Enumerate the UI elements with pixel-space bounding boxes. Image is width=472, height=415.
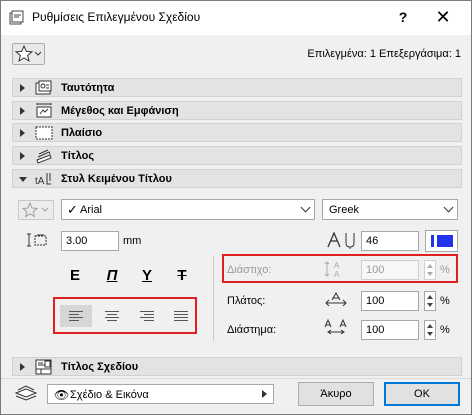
ok-button[interactable]: OK (384, 382, 460, 406)
panel-label: Στυλ Κειμένου Τίτλου (61, 173, 172, 185)
svg-text:A: A (334, 261, 340, 270)
char-spacing-icon (324, 318, 347, 335)
text-width-input[interactable]: 100 (361, 291, 419, 311)
align-justify-button[interactable] (165, 305, 197, 327)
line-spacing-stepper[interactable] (424, 260, 436, 280)
drawing-title-icon (35, 359, 52, 375)
drawing-settings-icon (9, 10, 24, 25)
svg-text:A: A (334, 270, 340, 278)
align-center-button[interactable] (96, 305, 128, 327)
star-icon (14, 44, 42, 63)
dialog-window: Ρυθμίσεις Επιλεγμένου Σχεδίου ? ✕ Επιλεγ… (0, 0, 472, 415)
align-left-button[interactable] (60, 305, 92, 327)
text-favorites-button[interactable] (18, 200, 54, 220)
line-spacing-icon: A A (324, 261, 340, 278)
text-size-icon (27, 233, 47, 247)
font-dropdown[interactable]: ✓ Arial (61, 199, 315, 220)
panel-frame[interactable]: Πλαίσιο (12, 123, 462, 142)
panel-title[interactable]: Τίτλος (12, 146, 462, 165)
star-icon (21, 201, 49, 218)
view-option-dropdown[interactable]: 👁 Σχέδιο & Εικόνα (47, 384, 274, 404)
pen-color-bar (431, 235, 434, 247)
expand-arrow-icon (20, 129, 25, 137)
eye-icon: 👁 (54, 388, 70, 402)
expand-arrow-icon (20, 152, 25, 160)
char-spacing-label: Διάστημα: (227, 324, 277, 336)
panel-title-text-style[interactable]: tA Στυλ Κειμένου Τίτλου (12, 169, 462, 188)
vertical-divider (213, 256, 214, 341)
close-button[interactable]: ✕ (433, 7, 453, 28)
expand-arrow-icon (20, 107, 25, 115)
text-size-input[interactable]: 3.00 (61, 231, 119, 251)
underline-button[interactable]: Υ (137, 267, 157, 291)
strikethrough-button[interactable]: Τ (172, 267, 192, 291)
bold-button[interactable]: E (65, 267, 85, 291)
font-value: Arial (80, 204, 103, 216)
title-bar: Ρυθμίσεις Επιλεγμένου Σχεδίου ? ✕ (1, 1, 471, 35)
cancel-button[interactable]: Άκυρο (298, 382, 374, 406)
chevron-right-icon (262, 390, 267, 398)
text-pen-input[interactable]: 46 (361, 231, 419, 251)
window-title: Ρυθμίσεις Επιλεγμένου Σχεδίου (32, 10, 201, 24)
favorites-button[interactable] (12, 43, 45, 65)
text-pen-icon (327, 231, 355, 249)
layers-icon (14, 385, 38, 401)
script-value: Greek (329, 204, 359, 216)
italic-button[interactable]: Π (102, 267, 122, 291)
size-unit-label: mm (123, 235, 142, 247)
panel-label: Τίτλος Σχεδίου (61, 361, 139, 373)
svg-text:tA: tA (35, 176, 45, 187)
align-right-button[interactable] (131, 305, 163, 327)
panel-identity[interactable]: Ταυτότητα (12, 78, 462, 97)
text-width-stepper[interactable] (424, 291, 436, 311)
width-label: Πλάτος: (227, 295, 266, 307)
panel-label: Πλαίσιο (61, 127, 103, 139)
view-option-value: Σχέδιο & Εικόνα (70, 389, 149, 401)
frame-icon (35, 126, 53, 140)
footer-separator (1, 378, 471, 379)
text-style-icon: tA (35, 173, 51, 187)
line-spacing-input[interactable]: 100 (361, 260, 419, 280)
line-spacing-unit: % (440, 264, 450, 276)
chevron-down-icon (443, 202, 454, 213)
script-dropdown[interactable]: Greek (322, 199, 458, 220)
pen-color-swatch (437, 235, 453, 247)
panel-drawing-title[interactable]: Τίτλος Σχεδίου (12, 357, 462, 376)
panel-label: Ταυτότητα (61, 82, 115, 94)
char-spacing-input[interactable]: 100 (361, 320, 419, 340)
size-appearance-icon (36, 103, 52, 118)
expand-arrow-icon (20, 84, 25, 92)
collapse-arrow-icon (19, 177, 27, 182)
text-width-icon (325, 291, 347, 307)
line-spacing-label: Διάστιχο: (227, 264, 272, 276)
help-button[interactable]: ? (393, 9, 413, 25)
chevron-down-icon (300, 202, 311, 213)
selection-info: Επιλεγμένα: 1 Επεξεργάσιμα: 1 (307, 48, 461, 60)
text-width-unit: % (440, 295, 450, 307)
char-spacing-unit: % (440, 324, 450, 336)
pen-color-button[interactable] (425, 230, 458, 252)
panel-size-appearance[interactable]: Μέγεθος και Εμφάνιση (12, 101, 462, 120)
panel-label: Μέγεθος και Εμφάνιση (61, 105, 179, 117)
title-icon (36, 149, 52, 164)
expand-arrow-icon (20, 363, 25, 371)
panel-label: Τίτλος (61, 150, 95, 162)
id-card-icon (35, 80, 52, 95)
checkmark-icon: ✓ (67, 202, 78, 217)
char-spacing-stepper[interactable] (424, 320, 436, 340)
